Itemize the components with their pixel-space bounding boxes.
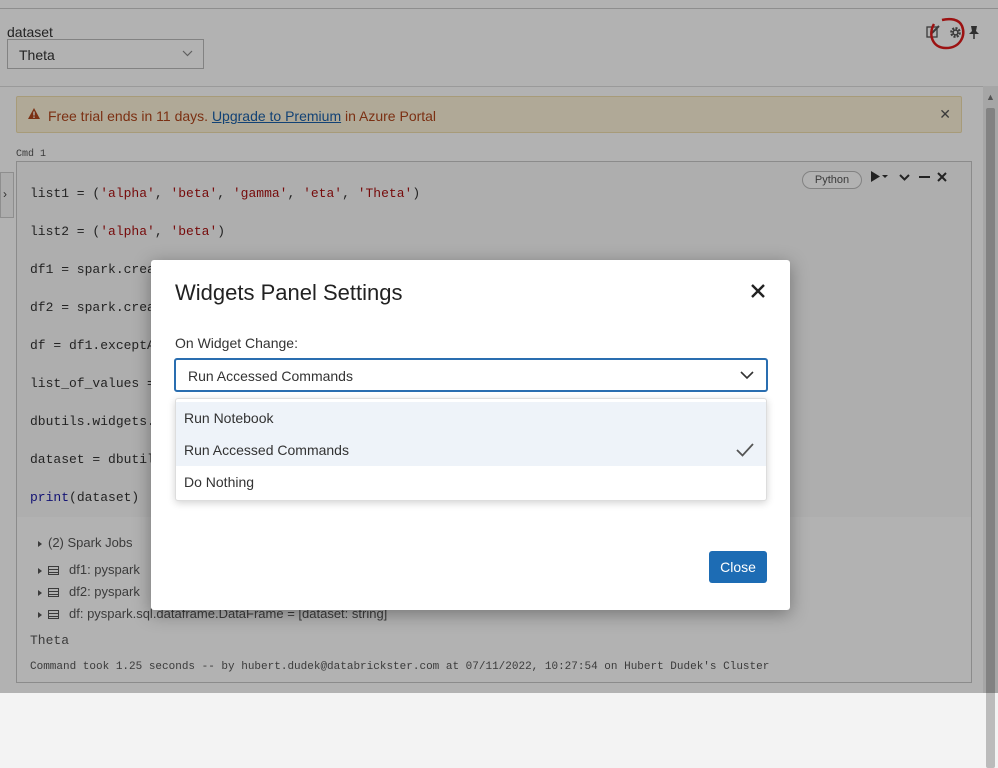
widgets-panel-settings-dialog: Widgets Panel Settings On Widget Change:… <box>151 260 790 610</box>
close-button[interactable]: Close <box>709 551 767 583</box>
dialog-title: Widgets Panel Settings <box>175 280 403 305</box>
on-widget-change-select[interactable]: Run Accessed Commands <box>174 358 768 392</box>
check-icon <box>736 443 754 457</box>
option-run-notebook[interactable]: Run Notebook <box>176 402 766 434</box>
selected-value: Run Accessed Commands <box>188 368 353 384</box>
on-widget-change-label: On Widget Change: <box>175 335 298 351</box>
chevron-down-icon <box>740 371 754 380</box>
option-run-accessed-commands[interactable]: Run Accessed Commands <box>176 434 766 466</box>
option-do-nothing[interactable]: Do Nothing <box>176 466 766 498</box>
dropdown-menu: Run Notebook Run Accessed Commands Do No… <box>175 398 767 501</box>
close-icon[interactable] <box>748 281 768 301</box>
option-label: Do Nothing <box>184 474 255 490</box>
option-label: Run Accessed Commands <box>184 442 349 458</box>
option-label: Run Notebook <box>184 410 274 426</box>
